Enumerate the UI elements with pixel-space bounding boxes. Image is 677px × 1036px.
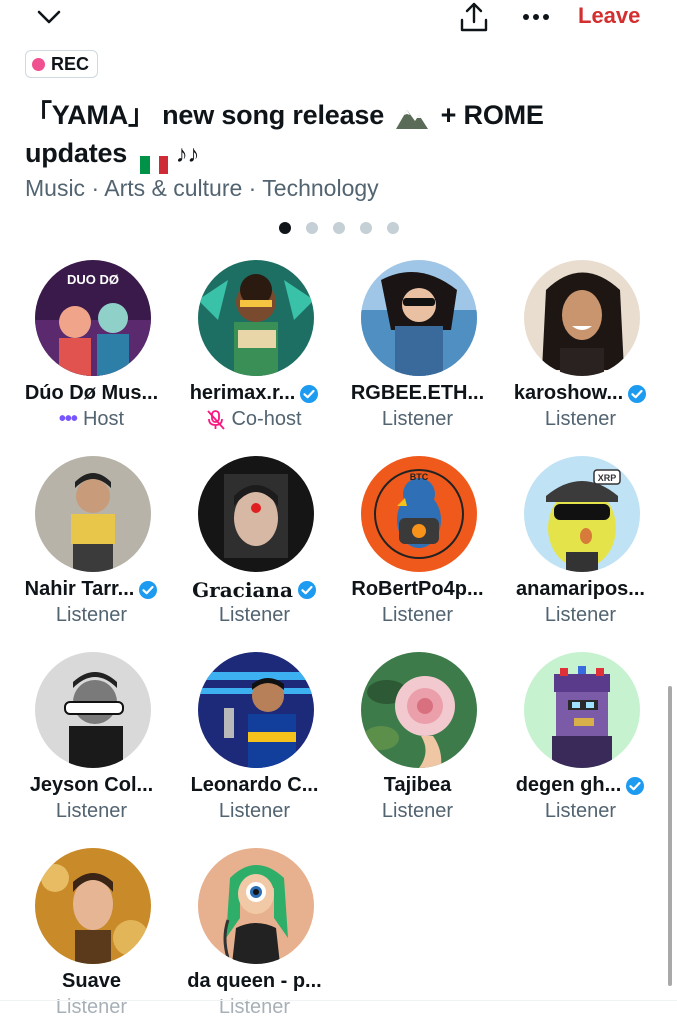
avatar xyxy=(35,848,151,964)
carousel-dot[interactable] xyxy=(333,222,345,234)
participant-card[interactable]: XRP anamaripos... Listener xyxy=(499,454,662,644)
participant-name: herimax.r... xyxy=(173,382,336,405)
leave-button[interactable]: Leave xyxy=(578,3,640,29)
participant-card[interactable]: Suave Listener xyxy=(10,846,173,1036)
participant-name: Nahir Tarr... xyxy=(10,578,173,601)
avatar: BTC xyxy=(361,456,477,572)
avatar xyxy=(198,456,314,572)
participant-name: Graciana xyxy=(173,578,336,602)
participant-name: Leonardo C... xyxy=(190,774,319,796)
participant-card[interactable]: Graciana Listener xyxy=(173,454,336,644)
avatar xyxy=(198,848,314,964)
participant-role: Listener xyxy=(544,604,617,626)
music-notes-icon: ♪♪ xyxy=(175,141,200,168)
avatar xyxy=(524,652,640,768)
participant-name: karoshow... xyxy=(499,382,662,405)
participant-name: RoBertPo4p... xyxy=(351,578,484,600)
share-icon[interactable] xyxy=(457,0,491,34)
participant-role: Listener xyxy=(218,800,291,822)
participant-name: da queen - p... xyxy=(187,970,322,992)
title-part2: + ROME xyxy=(440,100,544,130)
participant-card[interactable]: Jeyson Col... Listener xyxy=(10,650,173,840)
mic-muted-icon xyxy=(207,409,226,430)
svg-text:BTC: BTC xyxy=(410,472,429,482)
carousel-dot[interactable] xyxy=(360,222,372,234)
participant-role: Listener xyxy=(218,604,291,626)
participant-card[interactable]: Nahir Tarr... Listener xyxy=(10,454,173,644)
carousel-dot[interactable] xyxy=(306,222,318,234)
participant-name: Tajibea xyxy=(383,774,452,796)
bottom-divider xyxy=(0,1000,677,1001)
avatar xyxy=(361,260,477,376)
rec-label: REC xyxy=(51,53,90,74)
participant-role: Listener xyxy=(544,800,617,822)
rec-badge: REC xyxy=(25,50,99,78)
avatar xyxy=(524,260,640,376)
avatar xyxy=(198,260,314,376)
scrollbar[interactable] xyxy=(668,686,672,986)
carousel-dots xyxy=(279,222,399,234)
participant-card[interactable]: degen gh... Listener xyxy=(499,650,662,840)
verified-badge-icon xyxy=(626,776,645,795)
carousel-dot[interactable] xyxy=(387,222,399,234)
chevron-down-icon[interactable] xyxy=(34,6,64,30)
participant-card[interactable]: Tajibea Listener xyxy=(336,650,499,840)
participant-name: Jeyson Col... xyxy=(29,774,154,796)
participant-card[interactable]: karoshow... Listener xyxy=(499,258,662,448)
record-dot-icon xyxy=(32,57,45,71)
avatar xyxy=(361,652,477,768)
mountain-emoji-icon xyxy=(396,109,429,129)
participant-role: Listener xyxy=(381,408,454,430)
participant-role: ••• Host xyxy=(58,408,125,430)
participant-name: RGBEE.ETH... xyxy=(350,382,485,404)
verified-badge-icon xyxy=(300,384,319,403)
participant-name: anamaripos... xyxy=(516,578,645,600)
participant-card[interactable]: BTC RoBertPo4p... Listener xyxy=(336,454,499,644)
svg-text:XRP: XRP xyxy=(598,473,617,483)
participant-role: Listener xyxy=(381,604,454,626)
space-categories: Music · Arts & culture · Technology xyxy=(25,175,379,201)
participant-role: Co-host xyxy=(173,408,336,431)
svg-text:DUO DØ: DUO DØ xyxy=(67,272,119,287)
participant-card[interactable]: RGBEE.ETH... Listener xyxy=(336,258,499,448)
avatar xyxy=(35,456,151,572)
participant-name: Suave xyxy=(62,970,121,992)
avatar xyxy=(35,652,151,768)
verified-badge-icon xyxy=(628,384,647,403)
avatar: XRP xyxy=(524,456,640,572)
title-part3: updates xyxy=(25,138,128,168)
verified-badge-icon xyxy=(297,581,316,599)
participant-name: degen gh... xyxy=(499,774,662,797)
participant-card[interactable]: DUO DØ Dúo Dø Mus... ••• Host xyxy=(10,258,173,448)
top-bar: Leave xyxy=(0,0,677,40)
avatar xyxy=(198,652,314,768)
participant-card[interactable]: Leonardo C... Listener xyxy=(173,650,336,840)
title-part1: 「YAMA」 new song release xyxy=(25,100,385,130)
participant-card[interactable]: da queen - p... Listener xyxy=(173,846,336,1036)
participant-name: Dúo Dø Mus... xyxy=(24,382,159,404)
participant-role: Listener xyxy=(55,604,128,626)
participant-role: Listener xyxy=(381,800,454,822)
space-title: 「YAMA」 new song release + ROME updates ♪… xyxy=(25,96,645,174)
more-icon[interactable] xyxy=(518,5,554,29)
participant-card[interactable]: herimax.r... Co-host xyxy=(173,258,336,448)
waveform-icon: ••• xyxy=(58,408,78,430)
participant-role: Listener xyxy=(544,408,617,430)
participant-role: Listener xyxy=(55,800,128,822)
avatar: DUO DØ xyxy=(35,260,151,376)
verified-badge-icon xyxy=(139,580,158,599)
italy-flag-icon xyxy=(140,146,169,174)
carousel-dot[interactable] xyxy=(279,222,291,234)
